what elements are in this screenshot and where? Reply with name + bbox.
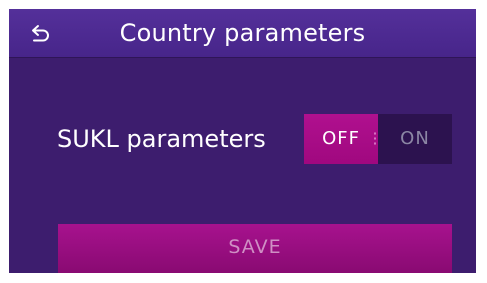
page-title: Country parameters (119, 19, 366, 47)
back-button[interactable] (25, 17, 57, 49)
toggle-divider (374, 131, 376, 147)
sukl-parameters-toggle[interactable]: OFF ON (304, 114, 452, 164)
toggle-on-label: ON (400, 128, 430, 149)
save-button-label: SAVE (228, 236, 282, 258)
back-arrow-icon (32, 25, 49, 42)
device-screen: Country parameters SUKL parameters OFF O… (9, 9, 476, 273)
toggle-off-option[interactable]: OFF (304, 114, 378, 164)
header-bar: Country parameters (9, 9, 476, 58)
save-button[interactable]: SAVE (58, 224, 452, 273)
toggle-on-option[interactable]: ON (378, 114, 452, 164)
toggle-off-label: OFF (322, 128, 360, 149)
sukl-parameters-label: SUKL parameters (57, 125, 266, 153)
